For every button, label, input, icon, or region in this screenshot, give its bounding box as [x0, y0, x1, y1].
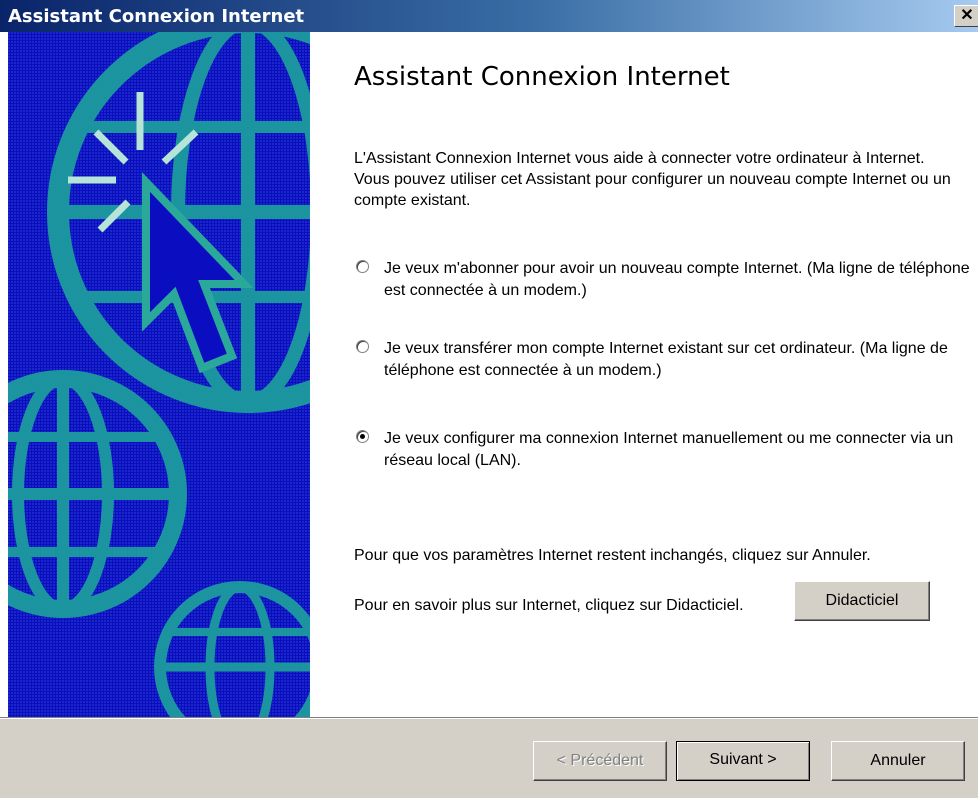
- tutorial-button[interactable]: Didacticiel: [794, 581, 930, 621]
- close-button[interactable]: ✕: [954, 5, 978, 27]
- radio-transfer-account[interactable]: [356, 340, 369, 353]
- radio-new-account[interactable]: [356, 260, 369, 273]
- button-bar: < Précédent Suivant > Annuler: [0, 717, 978, 798]
- cancel-note: Pour que vos paramètres Internet restent…: [354, 547, 871, 564]
- radio-selected-dot: [360, 434, 365, 439]
- previous-button[interactable]: < Précédent: [533, 741, 667, 781]
- title-bar: Assistant Connexion Internet ✕: [0, 0, 978, 32]
- next-button[interactable]: Suivant >: [676, 741, 810, 781]
- option-transfer-account-label[interactable]: Je veux transférer mon compte Internet e…: [384, 338, 974, 382]
- radio-manual-lan[interactable]: [356, 430, 369, 443]
- option-new-account-label[interactable]: Je veux m'abonner pour avoir un nouveau …: [384, 258, 974, 302]
- globe-icon: [8, 32, 310, 717]
- intro-text: L'Assistant Connexion Internet vous aide…: [354, 150, 951, 209]
- window-title: Assistant Connexion Internet: [8, 6, 305, 27]
- wizard-banner: [8, 32, 310, 717]
- page-title: Assistant Connexion Internet: [354, 62, 730, 92]
- close-icon: ✕: [960, 7, 974, 24]
- option-manual-lan-label[interactable]: Je veux configurer ma connexion Internet…: [384, 428, 974, 472]
- cancel-button[interactable]: Annuler: [831, 741, 965, 781]
- learn-note: Pour en savoir plus sur Internet, clique…: [354, 597, 744, 614]
- divider: [0, 718, 978, 719]
- wizard-content: Assistant Connexion Internet L'Assistant…: [310, 32, 978, 717]
